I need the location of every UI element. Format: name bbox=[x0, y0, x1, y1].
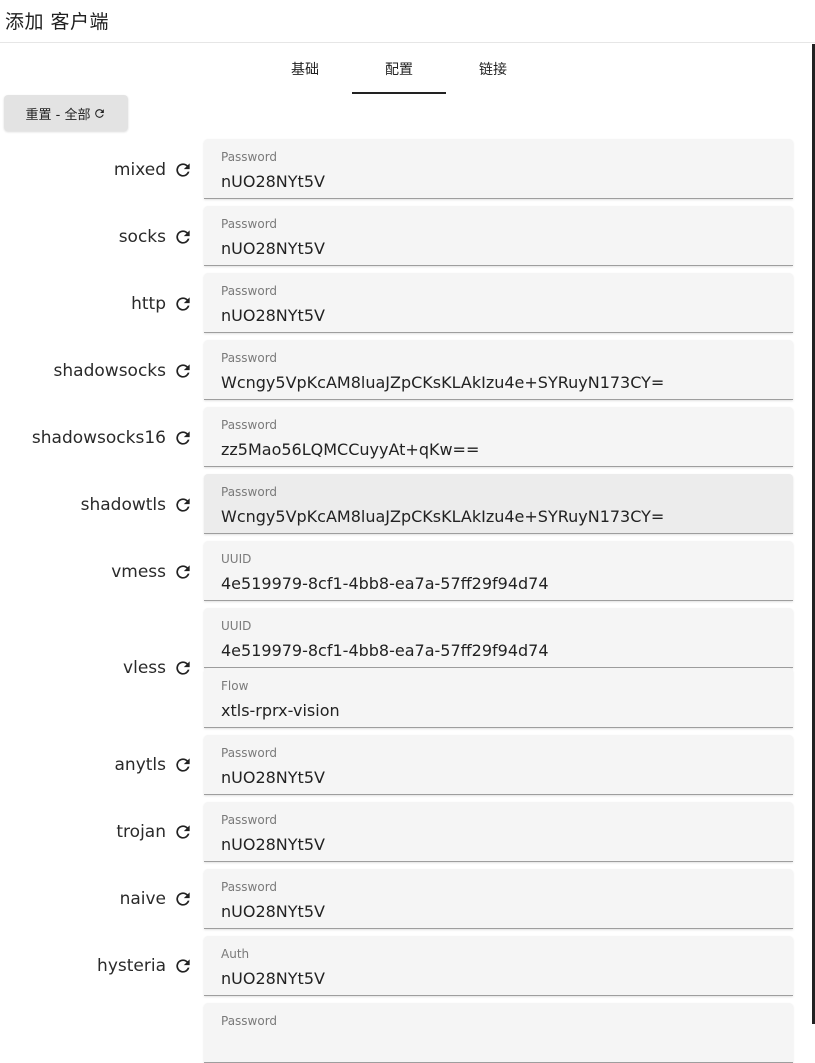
reset-trojan-button[interactable] bbox=[173, 822, 193, 842]
reload-icon bbox=[176, 431, 190, 445]
reload-icon bbox=[176, 297, 190, 311]
reset-mixed-button[interactable] bbox=[173, 160, 193, 180]
flow-field[interactable]: Flow xtls-rprx-vision bbox=[204, 668, 793, 728]
password-field[interactable]: Password nUO28NYt5V bbox=[204, 869, 793, 929]
reset-anytls-button[interactable] bbox=[173, 755, 193, 775]
password-field[interactable]: Password bbox=[204, 1003, 793, 1063]
field-value[interactable]: nUO28NYt5V bbox=[221, 239, 325, 258]
protocol-name: anytls bbox=[114, 755, 167, 775]
password-field[interactable]: Password nUO28NYt5V bbox=[204, 802, 793, 862]
protocol-name: socks bbox=[118, 227, 166, 247]
protocol-row-label: naive bbox=[120, 887, 193, 911]
field-label: UUID bbox=[221, 619, 252, 633]
field-label: Password bbox=[221, 880, 278, 894]
protocol-row-label: shadowsocks bbox=[54, 359, 193, 383]
field-label: Password bbox=[221, 150, 278, 164]
field-label: Password bbox=[221, 813, 278, 827]
reload-icon bbox=[176, 230, 190, 244]
protocol-name: trojan bbox=[116, 822, 166, 842]
field-value[interactable]: 4e519979-8cf1-4bb8-ea7a-57ff29f94d74 bbox=[221, 641, 549, 660]
field-label: Password bbox=[221, 351, 278, 365]
protocol-name: vmess bbox=[111, 562, 166, 582]
password-field[interactable]: Password Wcngy5VpKcAM8luaJZpCKsKLAkIzu4e+… bbox=[204, 340, 793, 400]
reset-hysteria-button[interactable] bbox=[173, 956, 193, 976]
reload-icon bbox=[95, 108, 105, 118]
protocol-name: shadowsocks bbox=[53, 361, 166, 381]
password-field[interactable]: Password nUO28NYt5V bbox=[204, 206, 793, 266]
uuid-field[interactable]: UUID 4e519979-8cf1-4bb8-ea7a-57ff29f94d74 bbox=[204, 541, 793, 601]
field-label: Password bbox=[221, 418, 278, 432]
field-value[interactable]: nUO28NYt5V bbox=[221, 835, 325, 854]
field-label: Auth bbox=[221, 947, 250, 961]
page-title: 添加 客户端 bbox=[5, 11, 110, 33]
password-field[interactable]: Password zz5Mao56LQMCCuyyAt+qKw== bbox=[204, 407, 793, 467]
reload-icon bbox=[176, 565, 190, 579]
field-value[interactable]: nUO28NYt5V bbox=[221, 306, 325, 325]
protocol-row-label: vmess bbox=[111, 560, 193, 584]
tab-config[interactable]: 配置 bbox=[352, 44, 446, 94]
auth-field[interactable]: Auth nUO28NYt5V bbox=[204, 936, 793, 996]
field-value[interactable]: nUO28NYt5V bbox=[221, 969, 325, 988]
protocol-row-label: mixed bbox=[114, 158, 193, 182]
password-field[interactable]: Password nUO28NYt5V bbox=[204, 139, 793, 199]
reset-shadowsocks16-button[interactable] bbox=[173, 428, 193, 448]
tab-basic[interactable]: 基础 bbox=[258, 44, 352, 94]
reload-icon bbox=[176, 758, 190, 772]
field-label: UUID bbox=[221, 552, 252, 566]
field-label: Flow bbox=[221, 679, 249, 693]
reset-shadowsocks-button[interactable] bbox=[173, 361, 193, 381]
protocol-row-label: socks bbox=[119, 225, 193, 249]
password-field[interactable]: Password Wcngy5VpKcAM8luaJZpCKsKLAkIzu4e+… bbox=[204, 474, 793, 534]
protocol-row-label: shadowsocks16 bbox=[32, 426, 193, 450]
protocol-name: hysteria bbox=[97, 956, 166, 976]
uuid-field[interactable]: UUID 4e519979-8cf1-4bb8-ea7a-57ff29f94d74 bbox=[204, 608, 793, 668]
reset-vless-button[interactable] bbox=[173, 658, 193, 678]
field-label: Password bbox=[221, 284, 278, 298]
field-value[interactable]: Wcngy5VpKcAM8luaJZpCKsKLAkIzu4e+SYRuyN17… bbox=[221, 373, 664, 392]
protocol-row-label: hysteria bbox=[97, 954, 193, 978]
protocol-row-label: trojan bbox=[116, 820, 193, 844]
field-label: Password bbox=[221, 485, 278, 499]
reset-naive-button[interactable] bbox=[173, 889, 193, 909]
reset-shadowtls-button[interactable] bbox=[173, 495, 193, 515]
reload-icon bbox=[176, 959, 190, 973]
field-value[interactable]: Wcngy5VpKcAM8luaJZpCKsKLAkIzu4e+SYRuyN17… bbox=[221, 507, 664, 526]
protocol-name: shadowtls bbox=[80, 495, 166, 515]
protocol-name: vless bbox=[123, 658, 166, 678]
reset-vmess-button[interactable] bbox=[173, 562, 193, 582]
reset-all-label: 重置 - 全部 bbox=[25, 107, 91, 123]
field-value[interactable]: nUO28NYt5V bbox=[221, 768, 325, 787]
protocol-row-label: vless bbox=[123, 656, 193, 680]
reload-icon bbox=[176, 661, 190, 675]
reset-socks-button[interactable] bbox=[173, 227, 193, 247]
tab-links[interactable]: 链接 bbox=[446, 44, 540, 94]
reset-all-button[interactable]: 重置 - 全部 bbox=[4, 95, 128, 131]
field-label: Password bbox=[221, 746, 278, 760]
app-header: 添加 客户端 bbox=[0, 0, 815, 43]
reload-icon bbox=[176, 825, 190, 839]
field-value[interactable]: nUO28NYt5V bbox=[221, 902, 325, 921]
protocol-row-label: shadowtls bbox=[81, 493, 193, 517]
protocol-name: http bbox=[131, 294, 166, 314]
reload-icon bbox=[176, 498, 190, 512]
field-label: Password bbox=[221, 217, 278, 231]
field-value[interactable]: nUO28NYt5V bbox=[221, 172, 325, 191]
password-field[interactable]: Password nUO28NYt5V bbox=[204, 735, 793, 795]
reload-icon bbox=[176, 163, 190, 177]
field-value[interactable]: 4e519979-8cf1-4bb8-ea7a-57ff29f94d74 bbox=[221, 574, 549, 593]
field-label: Password bbox=[221, 1014, 278, 1028]
password-field[interactable]: Password nUO28NYt5V bbox=[204, 273, 793, 333]
reset-http-button[interactable] bbox=[173, 294, 193, 314]
field-value[interactable]: xtls-rprx-vision bbox=[221, 701, 340, 720]
protocol-name: naive bbox=[119, 889, 166, 909]
reload-icon bbox=[176, 892, 190, 906]
tab-bar: 基础 配置 链接 bbox=[0, 44, 812, 94]
reload-icon bbox=[176, 364, 190, 378]
protocol-name: shadowsocks16 bbox=[31, 428, 166, 448]
protocol-row-label: anytls bbox=[115, 753, 194, 777]
protocol-name: mixed bbox=[113, 160, 166, 180]
field-value[interactable]: zz5Mao56LQMCCuyyAt+qKw== bbox=[221, 440, 479, 459]
protocol-row-label: http bbox=[131, 292, 193, 316]
